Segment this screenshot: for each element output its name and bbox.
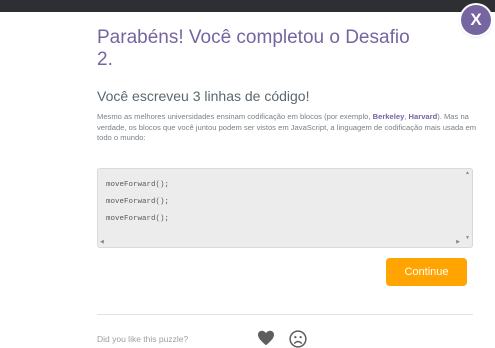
scroll-up-arrow-icon[interactable]: ▲ [465,171,470,176]
description-text-start: Mesmo as melhores universidades ensinam … [97,112,373,121]
vertical-scrollbar[interactable]: ▲ ▼ [464,171,471,241]
dialog-subtitle: Você escreveu 3 linhas de código! [97,88,310,104]
divider [97,314,473,315]
code-line: moveForward(); [106,215,170,223]
code-box[interactable]: moveForward(); moveForward(); moveForwar… [97,168,473,248]
scroll-down-arrow-icon[interactable]: ▼ [465,236,470,241]
feedback-prompt: Did you like this puzzle? [97,334,189,344]
scroll-left-arrow-icon[interactable]: ◀ [100,240,104,245]
completion-dialog: Parabéns! Você completou o Desafio 2. Vo… [0,12,495,348]
close-icon: X [470,10,482,29]
code-line: moveForward(); [106,181,170,189]
berkeley-link[interactable]: Berkeley [373,112,405,121]
continue-button[interactable]: Continue [386,258,467,286]
dialog-title: Parabéns! Você completou o Desafio 2. [97,27,410,70]
sad-face-icon[interactable] [289,330,307,348]
scroll-right-arrow-icon[interactable]: ▶ [456,240,460,245]
dialog-description: Mesmo as melhores universidades ensinam … [97,112,477,144]
harvard-link[interactable]: Harvard [409,112,438,121]
horizontal-scrollbar[interactable]: ◀ ▶ [100,239,460,246]
close-button[interactable]: X [461,5,491,35]
code-line: moveForward(); [106,198,170,206]
heart-icon[interactable] [257,330,275,346]
top-bar [0,0,495,12]
